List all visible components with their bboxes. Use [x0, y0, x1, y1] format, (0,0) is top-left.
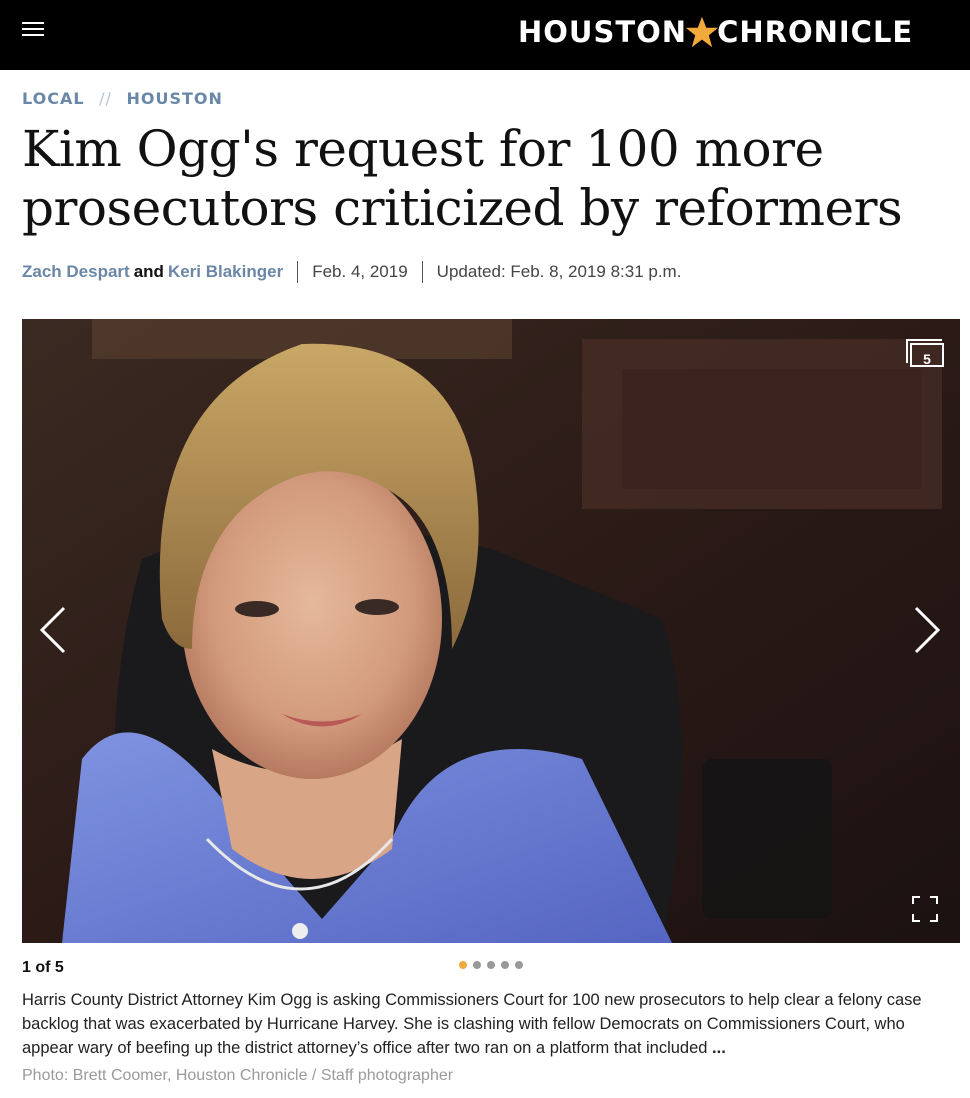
gallery-photo[interactable] — [22, 319, 960, 943]
site-header: HOUSTON CHRONICLE — [0, 0, 970, 70]
fullscreen-icon[interactable] — [912, 896, 938, 922]
published-date: Feb. 4, 2019 — [312, 262, 408, 281]
gallery-dot-4[interactable] — [501, 961, 509, 969]
photo-gallery[interactable]: 5 — [22, 319, 960, 943]
author-link-1[interactable]: Zach Despart — [22, 262, 130, 282]
logo-text-left: HOUSTON — [518, 15, 688, 49]
author-link-2[interactable]: Keri Blakinger — [168, 262, 283, 282]
photo-caption: Harris County District Attorney Kim Ogg … — [22, 988, 942, 1060]
byline: Zach Despart and Keri Blakinger Feb. 4, … — [22, 261, 681, 283]
byline-divider — [297, 261, 299, 283]
breadcrumb-section-link[interactable]: LOCAL — [22, 89, 85, 108]
gallery-dot-5[interactable] — [515, 961, 523, 969]
photo-count-label: 5 — [910, 343, 944, 367]
site-logo[interactable]: HOUSTON CHRONICLE — [518, 12, 913, 52]
gallery-dot-2[interactable] — [473, 961, 481, 969]
breadcrumb-subsection-link[interactable]: HOUSTON — [126, 89, 222, 108]
breadcrumb-separator: // — [99, 89, 112, 108]
star-icon — [685, 16, 719, 48]
chevron-right-icon[interactable] — [912, 605, 942, 655]
chevron-left-icon[interactable] — [38, 605, 68, 655]
breadcrumb: LOCAL // HOUSTON — [22, 89, 223, 108]
logo-text-right: CHRONICLE — [717, 15, 914, 49]
updated-date: Updated: Feb. 8, 2019 8:31 p.m. — [436, 262, 682, 281]
hamburger-menu-icon[interactable] — [22, 22, 46, 38]
caption-text: Harris County District Attorney Kim Ogg … — [22, 991, 922, 1057]
gallery-dot-1[interactable] — [459, 961, 467, 969]
photo-credit: Photo: Brett Coomer, Houston Chronicle /… — [22, 1067, 454, 1084]
photo-count-icon[interactable]: 5 — [906, 339, 944, 367]
byline-divider — [421, 261, 423, 283]
article-headline: Kim Ogg's request for 100 more prosecuto… — [22, 120, 903, 237]
caption-more-button[interactable]: ... — [712, 1039, 726, 1057]
gallery-pagination — [459, 961, 523, 969]
gallery-dot-3[interactable] — [487, 961, 495, 969]
byline-conjunction: and — [133, 262, 164, 281]
gallery-counter: 1 of 5 — [22, 959, 64, 976]
